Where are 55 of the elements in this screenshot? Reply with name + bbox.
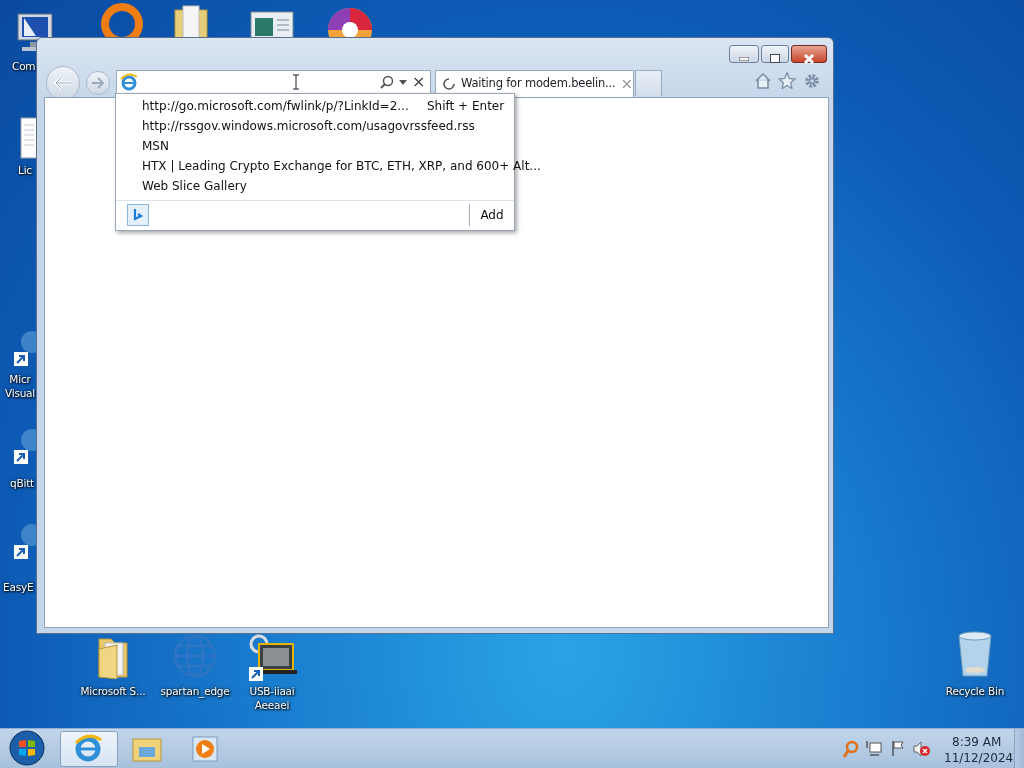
recycle-bin-icon [956,630,994,678]
tab-title: Waiting for modem.beelin... [461,75,616,93]
suggestion-item[interactable]: HTX | Leading Crypto Exchange for BTC, ETH, XRP, and 600+ Alt... [142,158,541,174]
ring-icon [99,0,145,40]
clock-time: 8:39 AM [952,734,1002,751]
minimize-icon [739,56,749,61]
icon-label: Microsoft S... [80,684,146,698]
flag-icon [891,740,905,756]
search-provider-icon [133,208,143,222]
forward-button[interactable] [86,71,110,95]
icon-label: Recycle Bin [945,684,1005,698]
laptop-icon [247,634,297,684]
suggestion-item[interactable]: http://go.microsoft.com/fwlink/p/?LinkId=2... [142,98,409,114]
dropdown-caret-icon [399,80,407,85]
network-icon [866,740,882,756]
play-icon [189,733,221,765]
search-provider-button[interactable] [127,204,149,226]
suggestion-item[interactable]: Web Slice Gallery [142,178,247,194]
icon-label: qBitt [10,476,35,490]
maximize-button[interactable] [761,45,789,63]
taskbar-button[interactable] [60,731,118,767]
browser-logo-icon [120,73,138,91]
icon-label: Lic [18,163,32,177]
search-icon [380,75,394,89]
minimize-button[interactable] [729,45,759,63]
back-button[interactable] [46,66,80,100]
clear-button[interactable]: × [412,71,426,93]
star-icon [778,72,796,89]
show-desktop-button[interactable] [1014,729,1024,768]
icon-label: Com [12,59,36,73]
icon-label: USB-iiaai Aeeaei [248,684,296,712]
icon-label: Micr Visual [4,372,36,400]
suggestion-item[interactable]: http://rssgov.windows.microsoft.com/usagovrssfeed.rss [142,118,475,134]
home-icon [755,73,771,89]
new-tab-button[interactable] [635,70,662,96]
suggestion-item[interactable]: MSN [142,138,169,154]
globe-icon [172,633,218,679]
back-arrow-icon [53,75,73,91]
clock-date: 11/12/2024 [944,750,1014,767]
settings-icon [803,72,821,90]
document-icon [20,117,38,159]
browser-tab[interactable]: Waiting for modem.beelin... × [435,70,634,97]
shortcut-hint: Shift + Enter [427,98,505,114]
forward-arrow-icon [91,77,105,89]
start-button[interactable] [7,729,47,767]
icon-label: spartan_edge [160,684,230,698]
close-icon [803,53,815,64]
muted-speaker-icon [913,741,931,757]
maximize-icon [770,54,780,63]
icon-label: EasyE [3,580,34,594]
text-cursor-icon [292,74,300,90]
address-bar[interactable]: × [116,70,431,94]
search-icon [843,740,859,758]
close-button[interactable] [791,45,827,63]
add-button[interactable]: Add [474,204,510,226]
